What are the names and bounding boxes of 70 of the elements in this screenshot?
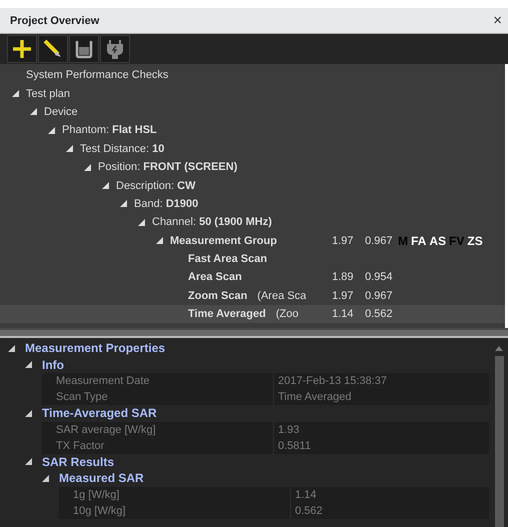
tree-item-note: (Zoo: [276, 308, 298, 320]
sar-10g-value: 0.967: [365, 234, 393, 247]
tree-item[interactable]: Band: D1900: [134, 198, 198, 210]
container-button[interactable]: [69, 35, 99, 63]
add-button[interactable]: [7, 35, 37, 63]
expand-arrow-icon[interactable]: [138, 218, 145, 226]
expand-arrow-icon[interactable]: [156, 237, 163, 244]
tree-item[interactable]: Device: [44, 106, 78, 118]
property-name: TX Factor: [42, 438, 274, 454]
scan-tag: FV: [449, 234, 464, 248]
category-label: Time-Averaged SAR: [42, 406, 157, 420]
container-icon: [74, 39, 94, 59]
property-value: 1.93: [277, 422, 300, 438]
tree-item[interactable]: Description: CW: [116, 180, 196, 192]
expand-arrow-icon[interactable]: [8, 344, 15, 352]
expand-arrow-icon[interactable]: [102, 182, 109, 190]
expand-arrow-icon[interactable]: [84, 164, 91, 171]
edit-button[interactable]: [38, 35, 68, 63]
expand-arrow-icon[interactable]: [66, 145, 73, 152]
expand-arrow-icon[interactable]: [12, 90, 19, 98]
scroll-thumb[interactable]: [494, 356, 504, 527]
splitter[interactable]: [0, 328, 508, 338]
tree-item[interactable]: Zoom Scan: [188, 290, 248, 302]
plug-icon: [105, 39, 125, 59]
sar-1g-value: 1.97: [332, 290, 354, 302]
property-name: Scan Type: [42, 389, 274, 405]
scan-tag: M: [398, 234, 408, 248]
pencil-icon: [43, 39, 63, 59]
tree-item-note: (Area Sca: [257, 290, 306, 302]
close-button[interactable]: ×: [491, 13, 504, 28]
tree-item[interactable]: Area Scan: [188, 271, 242, 284]
tree-item[interactable]: Time Averaged: [188, 308, 266, 320]
sar-10g-value: 0.967: [365, 290, 393, 302]
expand-arrow-icon[interactable]: [42, 474, 49, 482]
expand-arrow-icon[interactable]: [25, 361, 32, 368]
sar-1g-value: 1.14: [332, 308, 354, 320]
tree-item[interactable]: Position: FRONT (SCREEN): [98, 161, 238, 174]
tree-item[interactable]: Fast Area Scan: [188, 253, 268, 266]
tree-item[interactable]: Phantom: Flat HSL: [62, 124, 157, 136]
tree-item[interactable]: Test Distance: 10: [80, 142, 164, 155]
expand-arrow-icon[interactable]: [25, 458, 32, 466]
scan-tag: FA: [411, 234, 426, 248]
category-label: SAR Results: [42, 454, 114, 469]
sar-1g-value: 1.97: [332, 234, 354, 247]
plus-icon: [12, 39, 32, 59]
tree-item[interactable]: Measurement Group: [170, 234, 277, 247]
property-value: Time Averaged: [277, 390, 352, 405]
tree-item[interactable]: Test plan: [26, 88, 70, 100]
property-value: 1.14: [294, 488, 316, 502]
category-label: Measured SAR: [59, 471, 144, 486]
expand-arrow-icon[interactable]: [30, 108, 37, 116]
expand-arrow-icon[interactable]: [120, 200, 127, 208]
property-value: 0.562: [294, 504, 323, 518]
property-value: 2017-Feb-13 15:38:37: [277, 374, 387, 389]
scroll-up-icon[interactable]: [495, 346, 503, 351]
panel-title: Project Overview: [10, 14, 100, 26]
expand-arrow-icon[interactable]: [25, 410, 32, 417]
tree-item[interactable]: Channel: 50 (1900 MHz): [152, 216, 272, 228]
sar-1g-value: 1.89: [332, 271, 354, 284]
property-name: 10g [W/kg]: [59, 502, 291, 518]
scan-tag: AS: [429, 234, 446, 248]
category-label: Measurement Properties: [25, 341, 166, 356]
sar-10g-value: 0.954: [365, 271, 393, 284]
sar-10g-value: 0.562: [365, 308, 393, 320]
expand-arrow-icon[interactable]: [48, 126, 55, 134]
scan-tag: ZS: [467, 234, 483, 248]
plug-button[interactable]: [100, 35, 130, 63]
category-label: Info: [42, 358, 64, 372]
property-value: 0.5811: [277, 438, 311, 454]
tree-item[interactable]: System Performance Checks: [26, 69, 168, 82]
